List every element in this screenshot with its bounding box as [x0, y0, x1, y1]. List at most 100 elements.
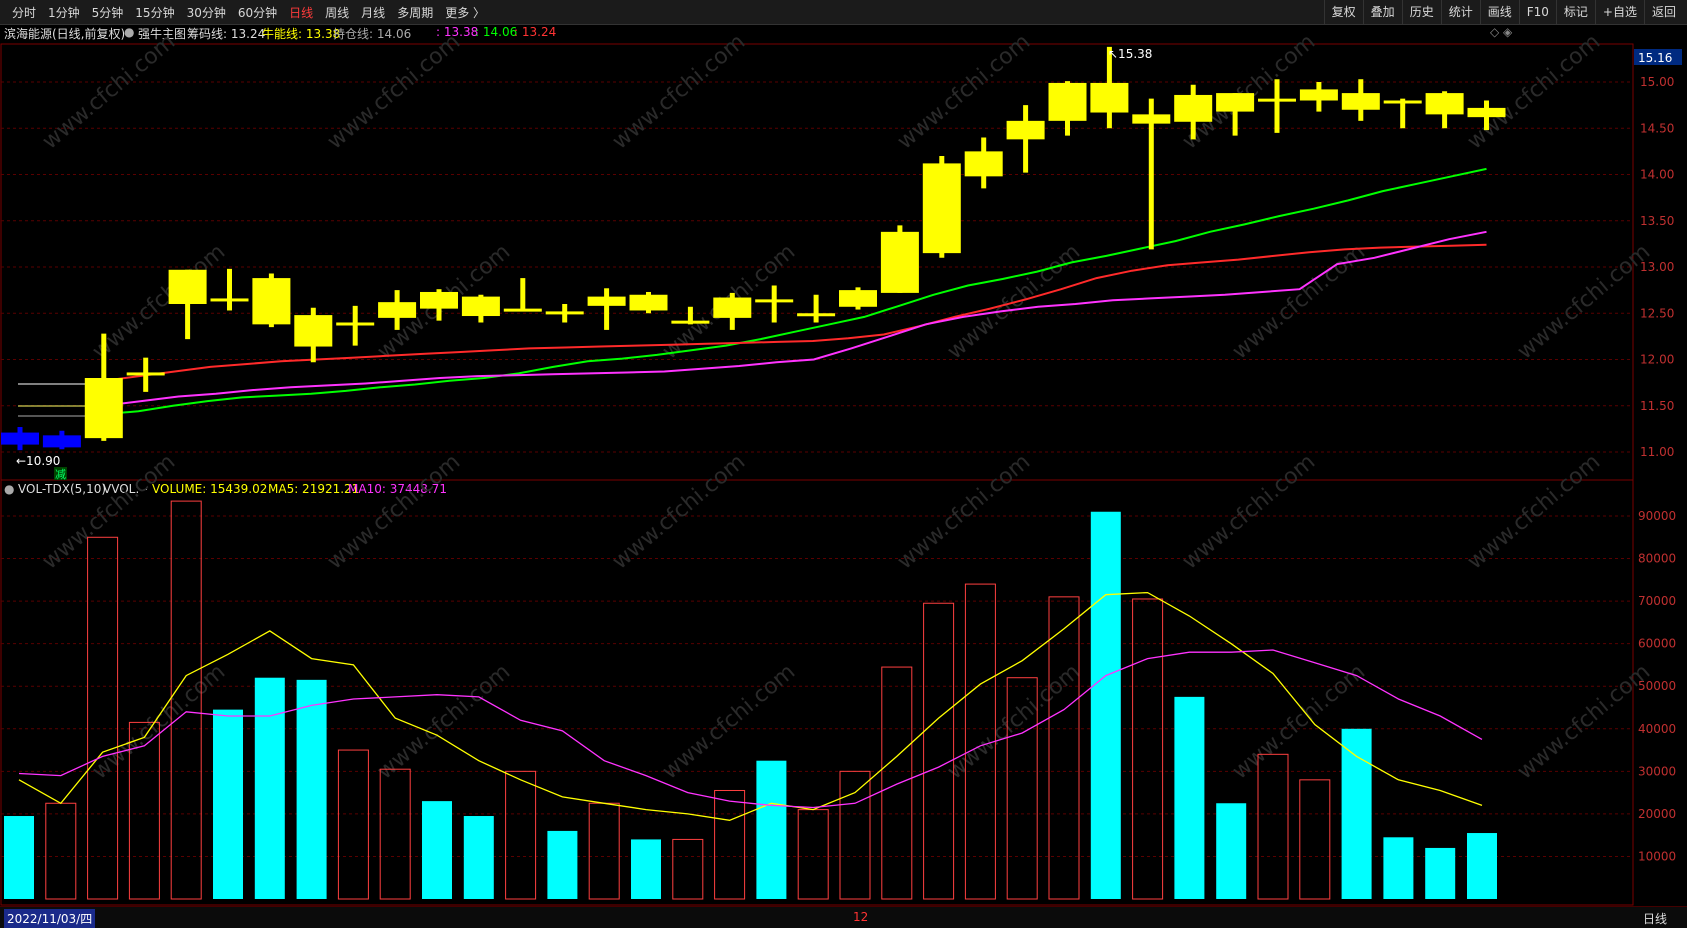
hold-line	[103, 167, 1487, 416]
volume-toggle-icon[interactable]: ●	[4, 482, 14, 496]
volume-bar	[1132, 598, 1164, 900]
toolbar-button-3[interactable]: 统计	[1440, 0, 1480, 24]
candle-body	[420, 291, 458, 309]
watermark-text: www.cfchi.com	[1513, 239, 1655, 364]
volume-bar	[881, 666, 913, 900]
volume-tick-label: 10000	[1638, 849, 1676, 863]
candle-body	[1467, 107, 1506, 118]
volume-bar	[128, 721, 160, 900]
volume-indicator-name[interactable]: VOL-TDX(5,10)	[18, 482, 106, 496]
ma5-value: MA5: 21921.21	[268, 482, 360, 496]
current-price-label: 15.16	[1638, 51, 1672, 65]
candle-body	[336, 322, 375, 326]
volume-value: VOLUME: 15439.02	[152, 482, 268, 496]
toolbar-button-0[interactable]: 复权	[1323, 0, 1363, 24]
watermark-text: www.cfchi.com	[88, 239, 230, 364]
volume-bar	[588, 802, 620, 900]
volume-bar	[45, 802, 77, 900]
period-tab-1[interactable]: 1分钟	[42, 4, 86, 21]
chip-line-label: 筹码线: 13.24	[187, 27, 266, 41]
bull-line	[103, 230, 1487, 407]
signal-tag: 减	[55, 468, 66, 481]
toolbar-button-1[interactable]: 叠加	[1362, 0, 1402, 24]
period-tab-4[interactable]: 30分钟	[181, 4, 232, 21]
candle-body	[1341, 93, 1380, 110]
candle-body	[1258, 98, 1296, 102]
candle-body	[922, 163, 961, 254]
volume-bar	[797, 809, 829, 900]
candle-body	[1132, 114, 1171, 124]
volume-tick-label: 30000	[1638, 764, 1676, 778]
candle-body	[168, 269, 207, 304]
candle-body	[545, 311, 584, 315]
volume-bar	[379, 768, 411, 900]
candle-body	[42, 435, 81, 448]
period-tab-5[interactable]: 60分钟	[232, 4, 283, 21]
period-tab-10[interactable]: 更多 〉	[439, 4, 491, 21]
volume-bar	[1006, 677, 1038, 900]
candle-body	[126, 372, 165, 376]
toolbar-button-2[interactable]: 历史	[1401, 0, 1441, 24]
volume-ma10-line	[18, 649, 1483, 809]
watermark-text: www.cfchi.com	[893, 29, 1035, 154]
volume-bar	[1341, 728, 1372, 899]
candle-body	[713, 297, 752, 318]
indicator-name[interactable]: 强牛主图	[138, 25, 186, 42]
indicator-toggle-icon[interactable]: ●	[124, 25, 134, 39]
volume-bar	[213, 709, 243, 899]
value-magenta: : 13.38	[436, 25, 479, 39]
volume-bar	[1383, 837, 1414, 899]
candle-body	[252, 278, 291, 325]
toolbar-button-6[interactable]: 标记	[1555, 0, 1595, 24]
watermark-text: www.cfchi.com	[88, 659, 230, 784]
volume-bar	[631, 839, 661, 899]
price-tick-label: 13.50	[1640, 214, 1674, 228]
watermark-text: www.cfchi.com	[893, 449, 1035, 574]
candle-body	[797, 313, 836, 317]
volume-bar	[964, 583, 996, 900]
watermark-text: www.cfchi.com	[943, 239, 1085, 364]
period-indicator[interactable]: 日线	[1643, 910, 1667, 927]
toolbar-button-5[interactable]: F10	[1518, 0, 1556, 24]
value-green: : 14.06	[475, 25, 518, 39]
volume-bar	[547, 830, 578, 899]
volume-tick-label: 50000	[1638, 679, 1676, 693]
volume-bar	[1299, 779, 1331, 900]
corner-icons[interactable]: ◇ ◈	[1490, 25, 1512, 39]
volume-bar	[1048, 596, 1080, 900]
volume-bar	[422, 801, 452, 899]
watermark-text: www.cfchi.com	[38, 29, 180, 154]
watermark-text: www.cfchi.com	[658, 659, 800, 784]
period-tab-7[interactable]: 周线	[319, 4, 355, 21]
candle-body	[1006, 120, 1045, 140]
toolbar-button-7[interactable]: +自选	[1594, 0, 1644, 24]
value-red: : 13.24	[514, 25, 557, 39]
volume-bar	[170, 500, 202, 900]
period-tab-8[interactable]: 月线	[355, 4, 391, 21]
kline-chart[interactable]: 15.00 14.50 14.00 13.50 13.00 12.50 12.00 11.50…	[0, 0, 1687, 927]
candle-body	[461, 296, 500, 317]
volume-bar	[1174, 696, 1205, 899]
period-tab-9[interactable]: 多周期	[391, 4, 439, 21]
price-panel-frame	[0, 43, 1634, 481]
volume-bar	[337, 749, 369, 900]
toolbar-button-4[interactable]: 画线	[1479, 0, 1519, 24]
volume-bar	[1425, 847, 1456, 899]
volume-bar	[1090, 511, 1121, 899]
volume-tick-label: 90000	[1638, 509, 1676, 523]
volume-bar	[254, 677, 285, 899]
toolbar-button-8[interactable]: 返回	[1643, 0, 1683, 24]
signal-tag-box	[54, 467, 67, 480]
period-tab-0[interactable]: 分时	[6, 4, 42, 21]
candle-body	[1383, 100, 1422, 104]
ma10-value: MA10: 37448.71	[348, 482, 447, 496]
watermark-text: www.cfchi.com	[373, 659, 515, 784]
period-tab-6[interactable]: 日线	[283, 4, 319, 21]
vvol-label: VVOL: -	[103, 482, 148, 496]
high-price-marker: ↖15.38	[1108, 47, 1152, 61]
price-info-bar: 滨海能源(日线,前复权) ● 强牛主图 筹码线: 13.24 牛能线: 13.3…	[0, 25, 1687, 41]
volume-bar	[1467, 833, 1497, 899]
period-tab-3[interactable]: 15分钟	[129, 4, 180, 21]
top-toolbar: 分时 1分钟 5分钟 15分钟 30分钟 60分钟 日线 周线 月线 多周期 更多 〉 复权 叠加 历史…	[0, 0, 1687, 25]
period-tab-2[interactable]: 5分钟	[86, 4, 130, 21]
